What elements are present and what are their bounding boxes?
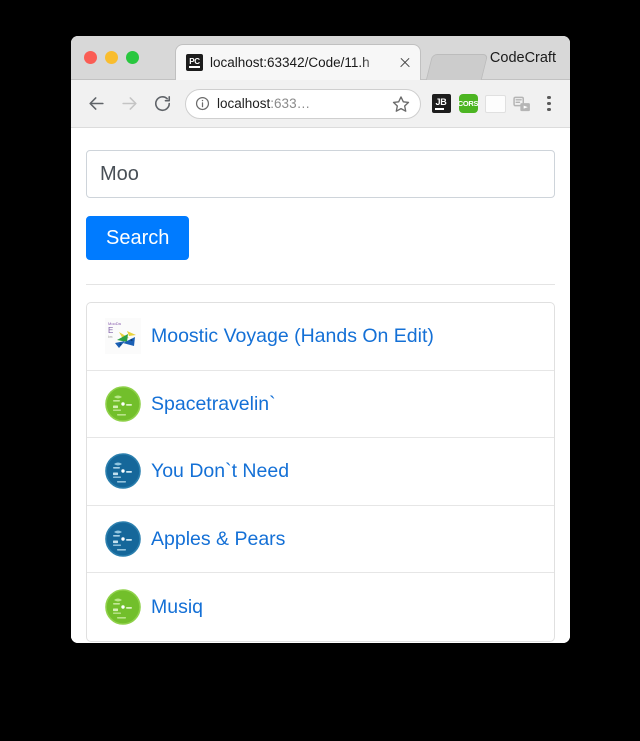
blank-page-icon [484,94,506,113]
menu-dot [547,95,551,99]
result-row[interactable]: Musiq [87,573,554,641]
reload-icon [154,96,170,112]
browser-window: PC localhost:63342/Code/11.h CodeCraft l… [71,36,570,643]
close-tab-icon[interactable] [396,54,414,72]
record-label-blue-icon [105,520,141,557]
favicon-underline [189,66,200,68]
close-window-button[interactable] [84,51,97,64]
url-path: :633… [270,95,311,111]
url-host: localhost [217,95,271,111]
cors-icon-label: CORS [457,98,479,108]
address-bar[interactable]: localhost:633… [185,88,421,119]
extension-video-download-button[interactable] [509,91,535,117]
jetbrains-icon-label: JB [435,97,447,107]
info-circle-icon [195,96,210,111]
content-divider [86,284,555,285]
search-button[interactable]: Search [86,216,190,260]
result-link[interactable]: Spacetravelin` [151,392,276,416]
new-tab-button[interactable] [425,54,489,80]
result-row[interactable]: MooDa E bm Moostic Voyage (Hands On Edit… [87,303,554,371]
maximize-window-button[interactable] [126,51,139,64]
result-link[interactable]: You Don`t Need [151,459,289,483]
reload-button[interactable] [147,89,177,119]
result-row[interactable]: You Don`t Need [87,438,554,506]
page-content: Search MooDa E bm [71,128,570,643]
tab-title: localhost:63342/Code/11.h [210,54,370,70]
result-link[interactable]: Moostic Voyage (Hands On Edit) [151,324,434,348]
menu-dot [547,101,551,106]
pycharm-favicon-icon: PC [186,54,203,71]
jetbrains-icon-underline [434,108,444,110]
record-label-green-icon [105,588,141,625]
extension-jetbrains-button[interactable]: JB [428,91,454,117]
minimize-window-button[interactable] [105,51,118,64]
window-brand-label: CodeCraft [489,50,556,66]
menu-dot [547,108,551,112]
extension-cors-button[interactable]: CORS [455,91,481,117]
album-cover-icon [105,520,141,557]
album-cover-icon [105,588,141,625]
url-text: localhost:633… [217,96,386,112]
album-art-birds-icon: MooDa E bm [105,318,141,355]
album-cover-icon: MooDa E bm [105,318,141,355]
arrow-right-icon [121,97,137,110]
search-input[interactable] [86,150,555,198]
favicon-label: PC [189,56,200,66]
back-button[interactable] [81,89,111,119]
result-link[interactable]: Musiq [151,595,203,619]
svg-text:bm: bm [108,335,113,339]
browser-tab-active[interactable]: PC localhost:63342/Code/11.h [175,44,421,80]
browser-menu-button[interactable] [538,91,560,117]
search-results-list: MooDa E bm Moostic Voyage (Hands On Edit… [86,302,555,642]
extension-blank-button[interactable] [482,91,508,117]
result-row[interactable]: Apples & Pears [87,506,554,573]
jetbrains-icon: JB [431,94,451,113]
arrow-left-icon [88,97,104,110]
result-link[interactable]: Apples & Pears [151,527,285,551]
browser-title-bar: PC localhost:63342/Code/11.h CodeCraft [71,36,570,80]
browser-toolbar: localhost:633… JB CORS [71,80,570,128]
bookmark-star-icon[interactable] [392,95,410,113]
cors-icon: CORS [457,94,479,113]
window-controls [84,51,139,64]
result-row[interactable]: Spacetravelin` [87,371,554,438]
record-label-green-icon [105,385,141,422]
album-cover-icon [105,385,141,422]
video-download-icon [513,96,530,111]
album-cover-icon [105,453,141,490]
forward-button[interactable] [114,89,144,119]
svg-text:E: E [108,326,113,335]
tab-title-container: localhost:63342/Code/11.h [210,53,394,72]
record-label-blue-icon [105,453,141,490]
